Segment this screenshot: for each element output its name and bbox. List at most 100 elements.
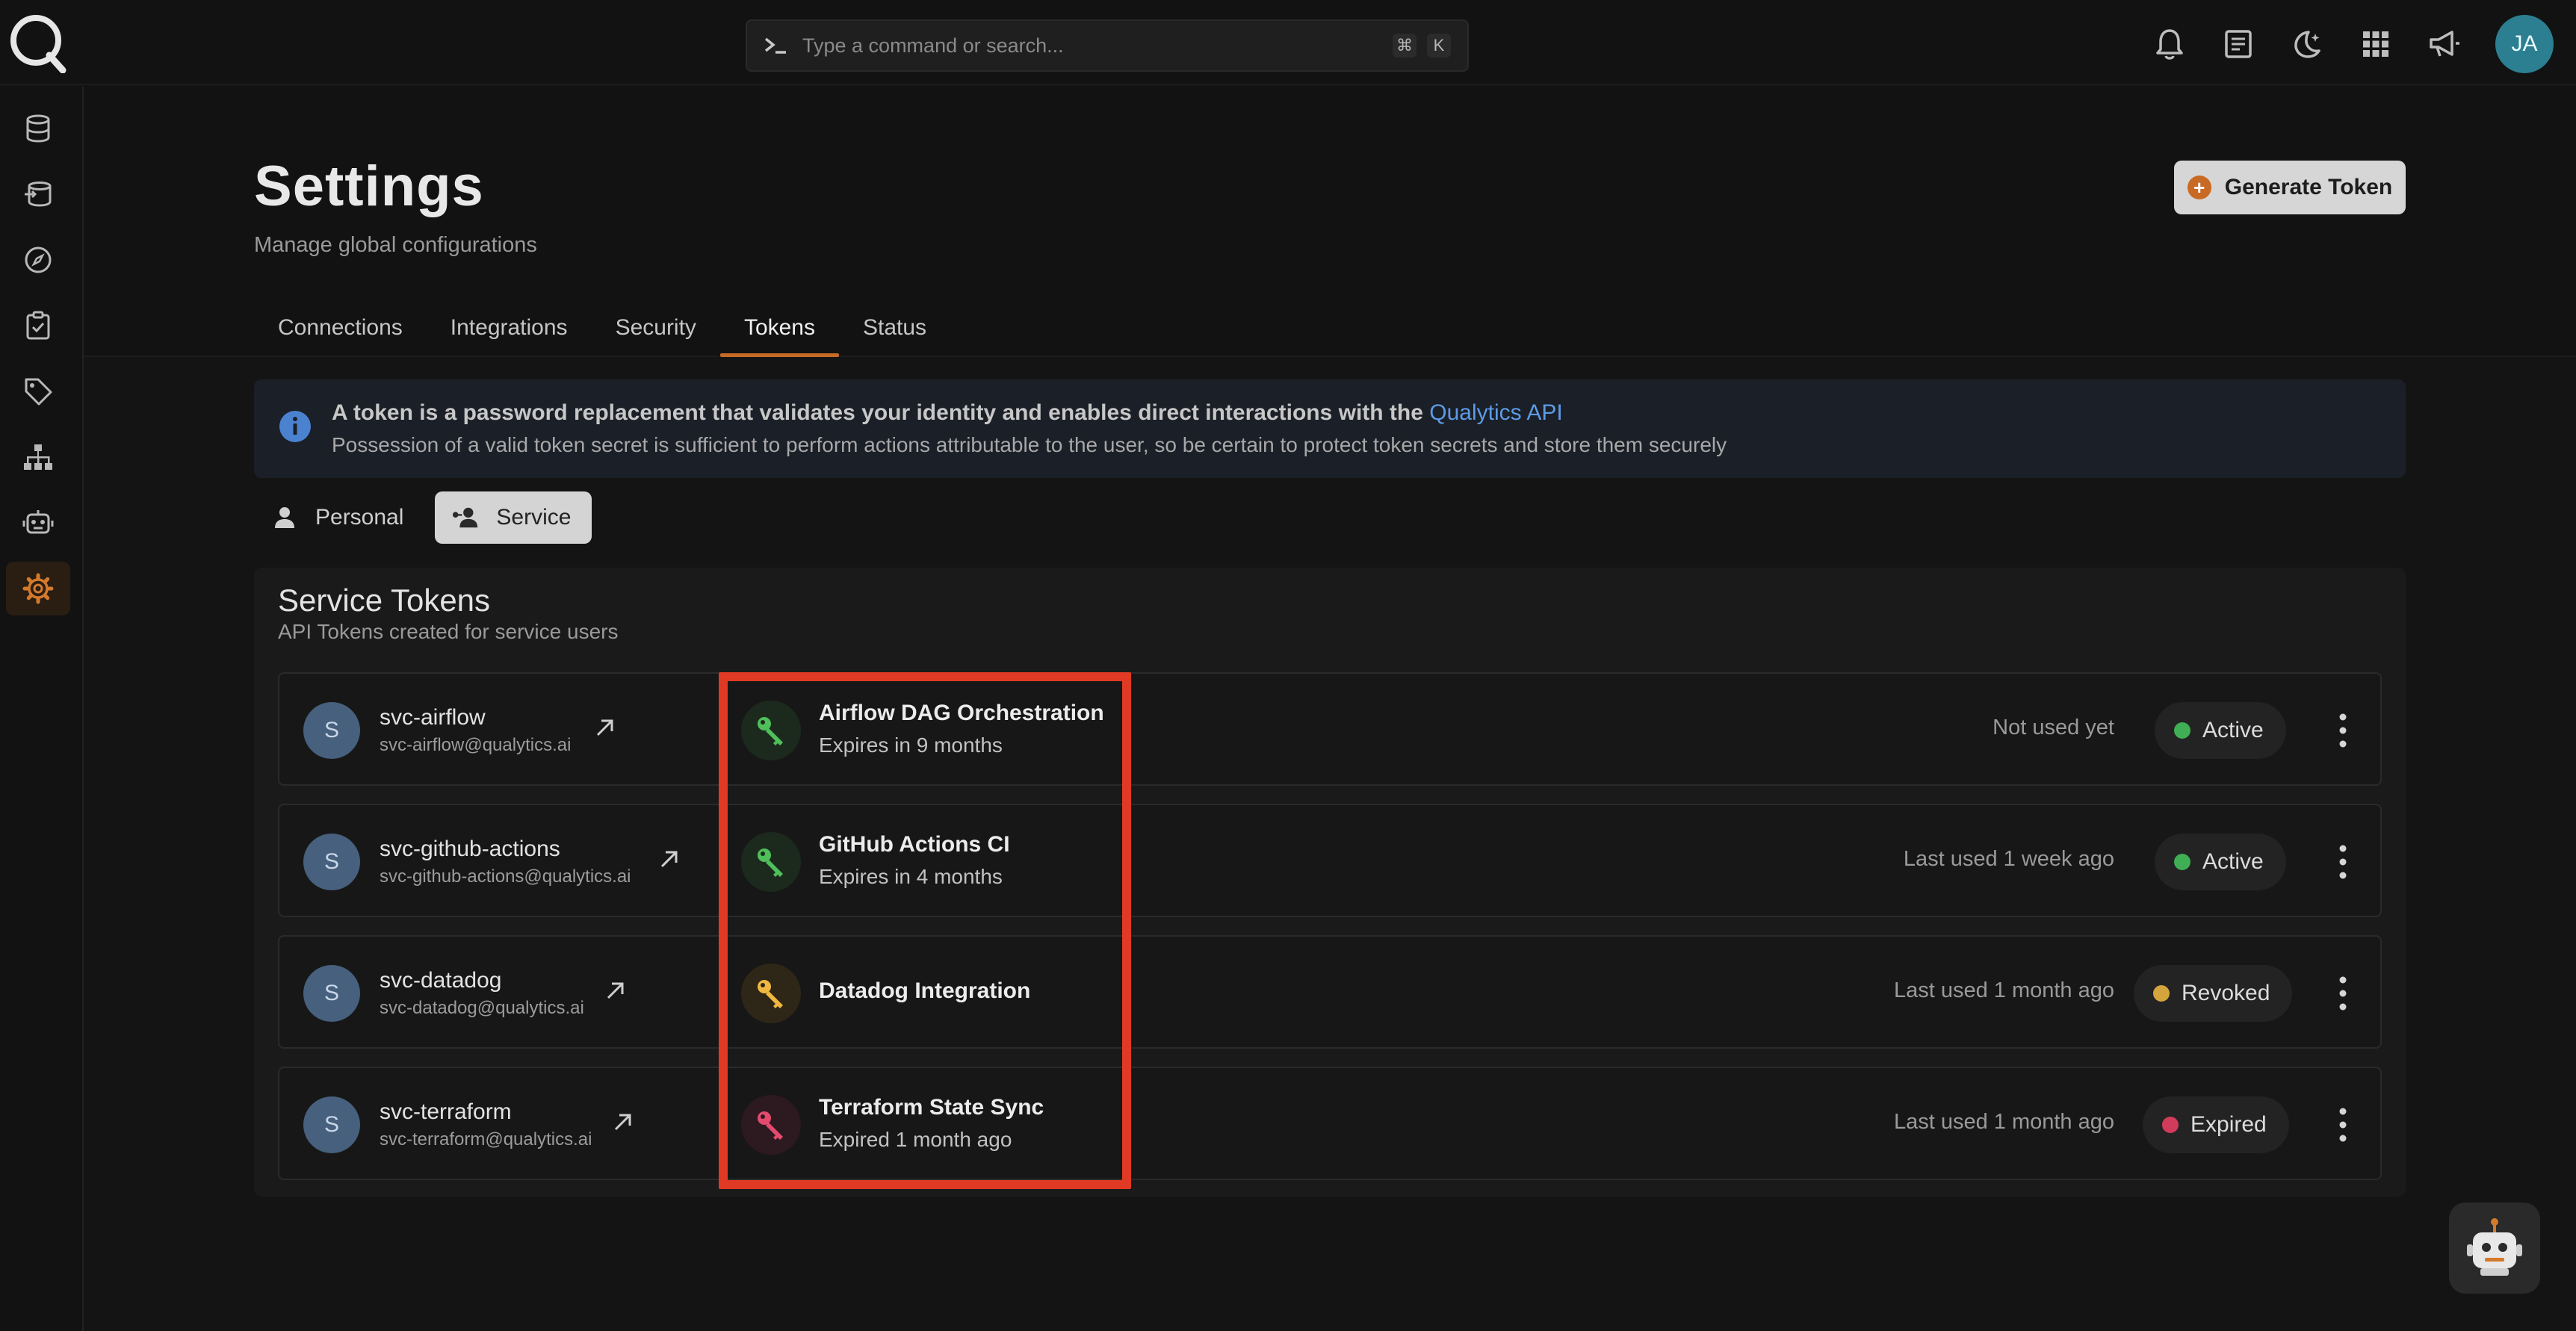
robot-assistant-icon — [2467, 1218, 2522, 1276]
document-icon[interactable] — [2219, 25, 2258, 63]
megaphone-icon[interactable] — [2425, 25, 2464, 63]
robot-icon — [22, 510, 54, 534]
status-badge: Revoked — [2134, 965, 2293, 1022]
personal-label: Personal — [315, 505, 404, 530]
token-expiry: Expired 1 month ago — [819, 1128, 1012, 1151]
command-search-input[interactable]: Type a command or search... ⌘ K — [746, 19, 1469, 72]
plus-circle-icon: + — [2187, 176, 2211, 199]
apps-grid-icon[interactable] — [2356, 25, 2395, 63]
banner-text-1: A token is a password replacement that v… — [332, 400, 1430, 425]
page-subtitle: Manage global configurations — [254, 233, 537, 257]
user-avatar[interactable]: JA — [2495, 15, 2554, 73]
service-user-name: svc-github-actions — [380, 837, 560, 861]
sidebar-item-tags[interactable] — [6, 364, 70, 418]
status-dot — [2174, 854, 2190, 870]
status-label: Active — [2202, 718, 2264, 742]
gear-icon — [22, 573, 54, 604]
generate-token-label: Generate Token — [2224, 175, 2393, 199]
top-bar: Type a command or search... ⌘ K JA — [0, 0, 2576, 85]
service-user-email: svc-github-actions@qualytics.ai — [380, 866, 631, 887]
sidebar — [0, 87, 84, 1331]
token-name: Terraform State Sync — [819, 1095, 1044, 1120]
bell-icon[interactable] — [2150, 25, 2189, 63]
status-badge: Active — [2155, 702, 2286, 759]
service-user-icon — [451, 504, 480, 531]
service-user-email: svc-datadog@qualytics.ai — [380, 998, 584, 1018]
compass-icon — [25, 246, 52, 273]
moon-icon[interactable] — [2288, 25, 2326, 63]
generate-token-button[interactable]: + Generate Token — [2174, 161, 2406, 214]
key-icon — [741, 832, 801, 892]
tab-integrations[interactable]: Integrations — [427, 299, 592, 357]
service-tokens-title: Service Tokens — [278, 583, 491, 618]
service-user-name: svc-datadog — [380, 968, 502, 993]
token-expiry: Expires in 9 months — [819, 733, 1003, 757]
service-tokens-subtitle: API Tokens created for service users — [278, 620, 619, 643]
qualytics-api-link[interactable]: Qualytics API — [1429, 400, 1562, 425]
more-options-icon[interactable] — [2334, 843, 2352, 881]
sidebar-item-flows[interactable] — [6, 430, 70, 484]
token-name: Airflow DAG Orchestration — [819, 701, 1104, 725]
token-row[interactable]: S svc-github-actions svc-github-actions@… — [278, 804, 2382, 917]
settings-tabs: Connections Integrations Security Tokens… — [254, 299, 950, 357]
key-icon — [741, 1095, 801, 1155]
banner-line-1: A token is a password replacement that v… — [332, 400, 1563, 426]
status-badge: Expired — [2143, 1096, 2289, 1153]
external-link-icon[interactable] — [611, 1110, 635, 1134]
assistant-bot-button[interactable] — [2449, 1203, 2540, 1294]
token-row[interactable]: S svc-datadog svc-datadog@qualytics.ai D… — [278, 935, 2382, 1049]
service-user-email: svc-terraform@qualytics.ai — [380, 1129, 592, 1150]
status-label: Revoked — [2182, 981, 2270, 1005]
sidebar-item-enrichment[interactable] — [6, 167, 70, 221]
personal-toggle-button[interactable]: Personal — [254, 491, 424, 544]
service-user-avatar: S — [303, 1096, 360, 1153]
sidebar-item-explore[interactable] — [6, 233, 70, 287]
qualytics-logo-icon[interactable] — [7, 10, 67, 74]
tab-security[interactable]: Security — [592, 299, 720, 357]
service-user-name: svc-terraform — [380, 1099, 512, 1124]
more-options-icon[interactable] — [2334, 974, 2352, 1013]
service-toggle-button[interactable]: Service — [435, 491, 592, 544]
external-link-icon[interactable] — [604, 978, 628, 1002]
shortcut-key-cmd: ⌘ — [1393, 34, 1417, 58]
external-link-icon[interactable] — [657, 847, 681, 871]
service-user-avatar: S — [303, 965, 360, 1022]
person-icon — [270, 504, 299, 531]
search-placeholder: Type a command or search... — [802, 34, 1064, 57]
sidebar-item-settings[interactable] — [6, 562, 70, 615]
key-icon — [741, 701, 801, 760]
token-name: Datadog Integration — [819, 978, 1031, 1003]
token-row[interactable]: S svc-airflow svc-airflow@qualytics.ai A… — [278, 672, 2382, 786]
tab-connections[interactable]: Connections — [254, 299, 427, 357]
token-last-used: Last used 1 month ago — [1893, 978, 2114, 1002]
sidebar-item-agents[interactable] — [6, 496, 70, 550]
database-icon — [26, 114, 50, 143]
checklist-icon — [26, 311, 50, 340]
stacked-database-icon — [25, 182, 52, 207]
status-dot — [2162, 1117, 2179, 1133]
service-label: Service — [496, 505, 572, 530]
more-options-icon[interactable] — [2334, 1105, 2352, 1144]
status-dot — [2153, 985, 2170, 1002]
terminal-prompt-icon — [764, 37, 786, 54]
token-row[interactable]: S svc-terraform svc-terraform@qualytics.… — [278, 1067, 2382, 1180]
key-icon — [741, 964, 801, 1023]
service-tokens-card: Service Tokens API Tokens created for se… — [254, 568, 2406, 1197]
service-user-avatar: S — [303, 702, 360, 759]
tab-status[interactable]: Status — [839, 299, 950, 357]
status-label: Active — [2202, 849, 2264, 874]
banner-line-2: Possession of a valid token secret is su… — [332, 433, 1727, 456]
token-expiry: Expires in 4 months — [819, 865, 1003, 888]
token-name: GitHub Actions CI — [819, 832, 1010, 857]
token-last-used: Last used 1 month ago — [1893, 1110, 2114, 1134]
shortcut-key-k: K — [1427, 34, 1451, 58]
external-link-icon[interactable] — [593, 716, 617, 739]
page-title: Settings — [254, 155, 484, 218]
service-user-avatar: S — [303, 834, 360, 890]
more-options-icon[interactable] — [2334, 711, 2352, 750]
info-icon — [279, 411, 311, 442]
sidebar-item-datastores[interactable] — [6, 102, 70, 155]
tab-tokens[interactable]: Tokens — [719, 299, 840, 357]
token-info-banner: A token is a password replacement that v… — [254, 379, 2406, 478]
sidebar-item-checks[interactable] — [6, 299, 70, 353]
